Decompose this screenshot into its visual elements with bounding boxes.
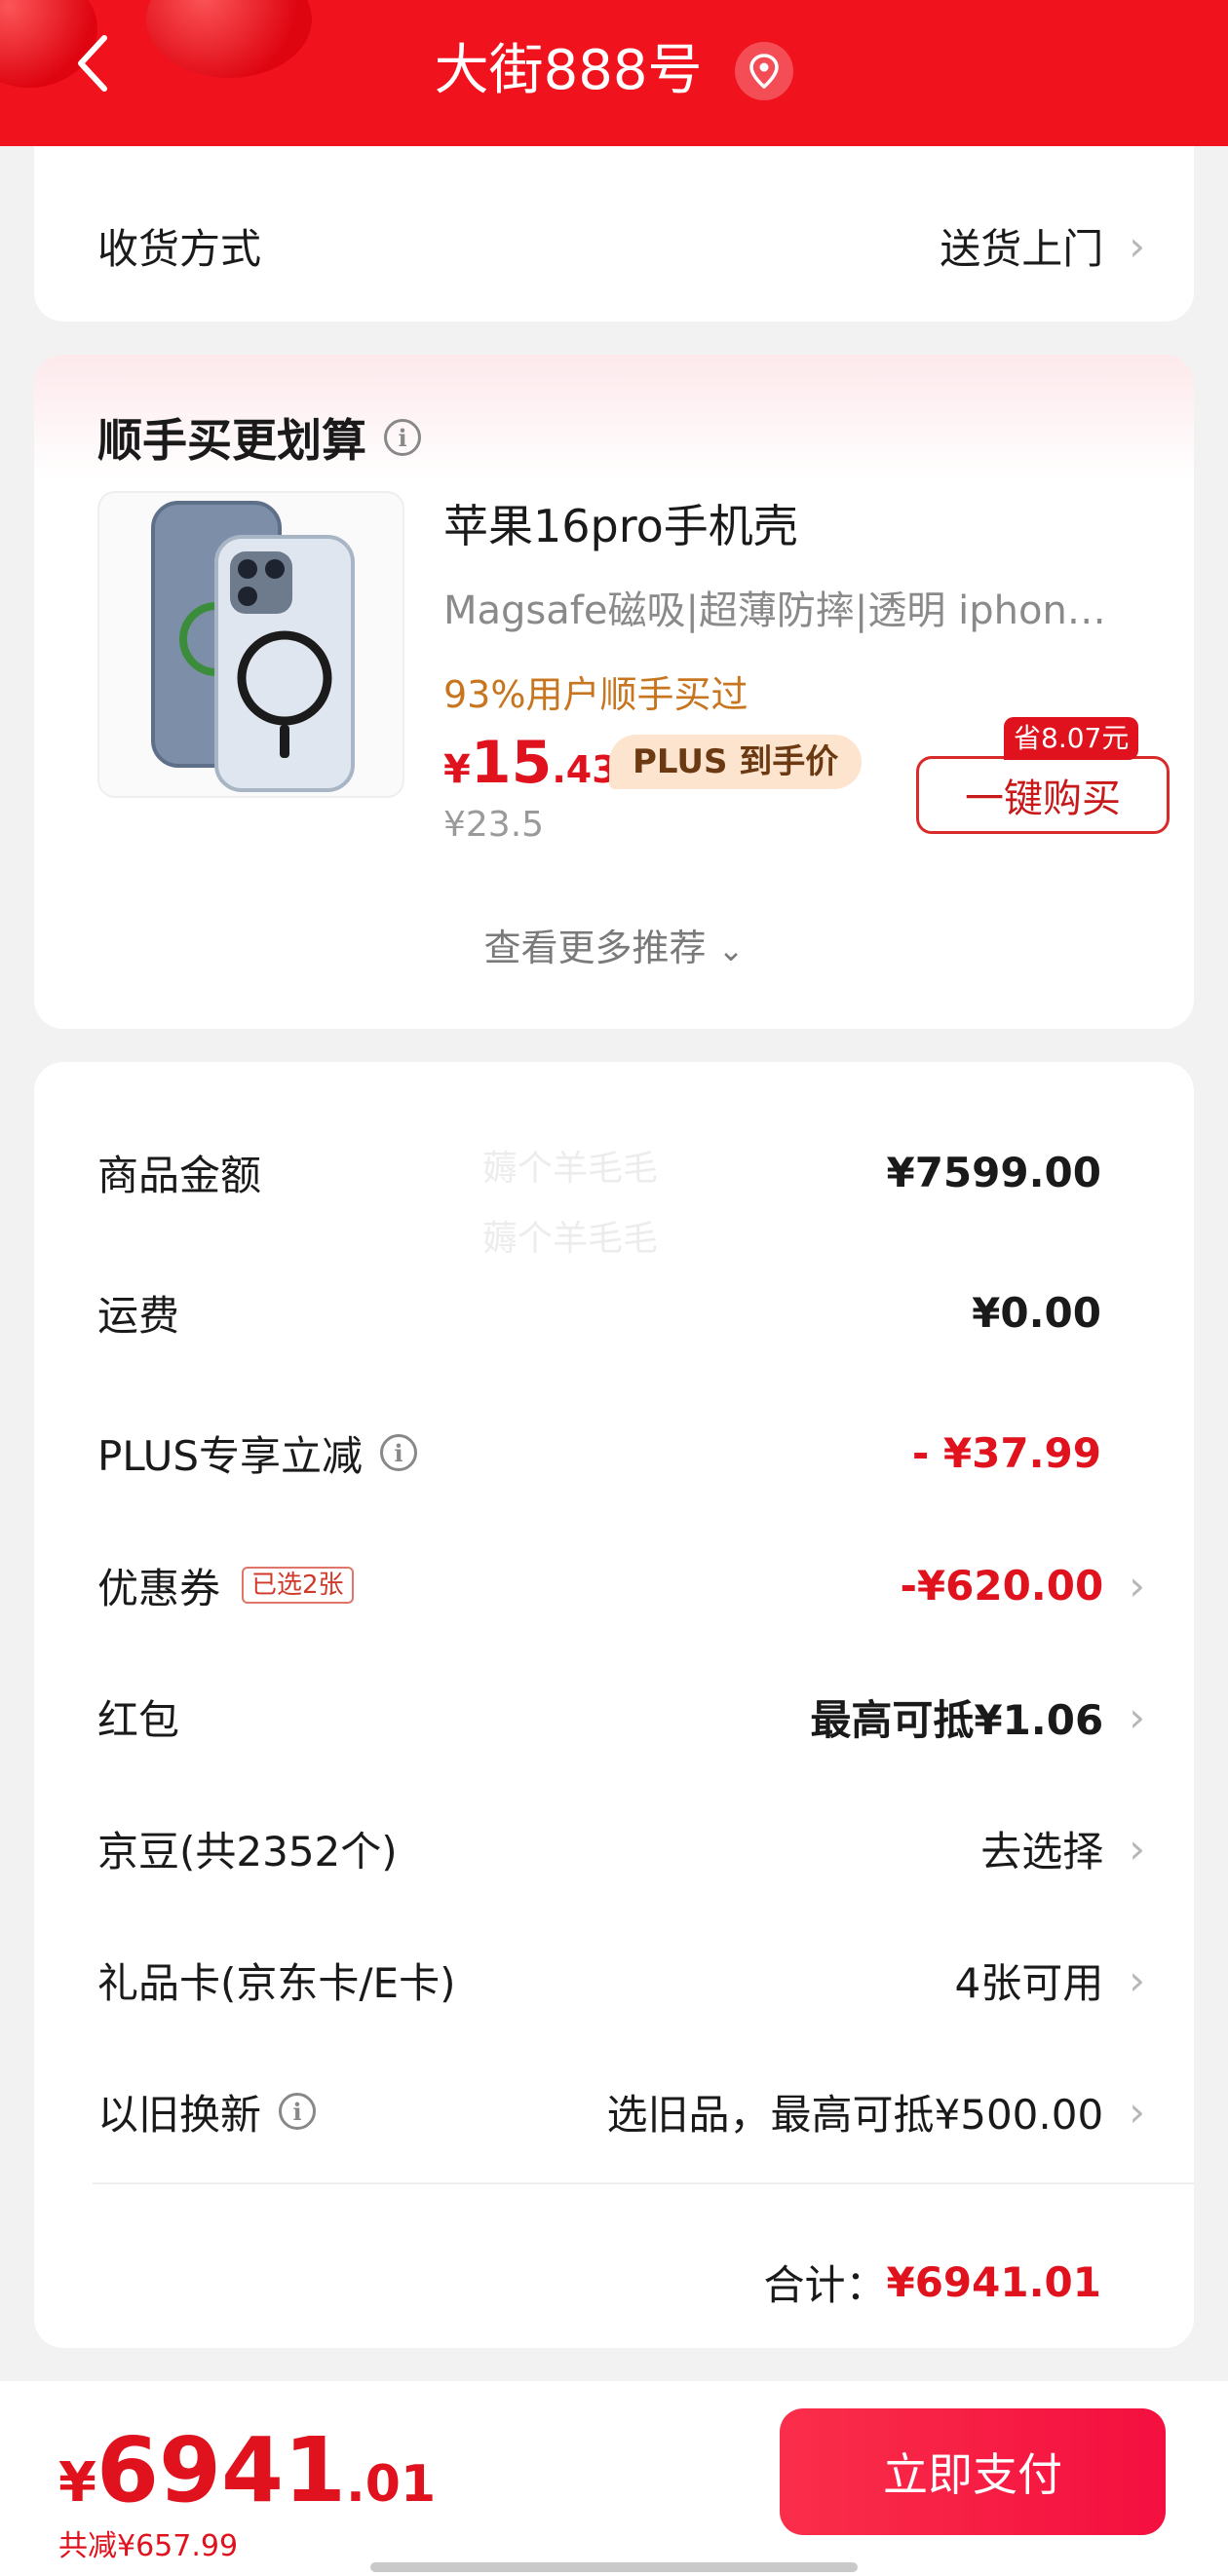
recommend-card: 顺手买更划算 i 苹果16pro手机壳 Magsafe磁吸|超薄防摔|透明 ip… bbox=[34, 355, 1194, 1029]
goods-amount-row: 商品金额 ¥7599.00 bbox=[97, 1138, 1145, 1206]
info-icon[interactable]: i bbox=[380, 1434, 418, 1471]
more-recommend-text: 查看更多推荐 bbox=[483, 927, 707, 969]
gift-card-value: 4张可用 bbox=[954, 1958, 1104, 2007]
red-packet-row[interactable]: 红包 最高可抵¥1.06 › bbox=[97, 1683, 1145, 1751]
shipping-row: 运费 ¥0.00 bbox=[97, 1278, 1145, 1346]
plus-discount-label: PLUS专享立减 bbox=[97, 1431, 364, 1480]
red-packet-label: 红包 bbox=[97, 1695, 180, 1744]
chevron-down-icon: ⌄ bbox=[717, 931, 745, 968]
final-price-decimal: .01 bbox=[346, 2455, 437, 2514]
product-price: ¥ 15 .43 bbox=[443, 729, 618, 797]
jd-beans-row[interactable]: 京豆(共2352个) 去选择 › bbox=[97, 1814, 1145, 1882]
recommend-title: 顺手买更划算 i bbox=[97, 405, 421, 470]
plus-discount-row: PLUS专享立减 i - ¥37.99 bbox=[97, 1419, 1145, 1487]
final-price-integer: 6941 bbox=[96, 2418, 347, 2522]
coupon-selected-badge: 已选2张 bbox=[242, 1567, 354, 1604]
save-badge: 省8.07元 bbox=[1004, 717, 1139, 760]
plus-discount-value: - ¥37.99 bbox=[911, 1428, 1101, 1477]
location-icon bbox=[735, 41, 794, 100]
price-integer: 15 bbox=[470, 729, 553, 797]
goods-amount-label: 商品金额 bbox=[97, 1151, 262, 1199]
red-packet-value: 最高可抵¥1.06 bbox=[810, 1695, 1104, 1744]
chevron-right-icon: › bbox=[1129, 1955, 1145, 2004]
phone-case-image-icon bbox=[151, 501, 355, 792]
plus-price-tag: PLUS 到手价 bbox=[609, 735, 863, 789]
total-label: 合计： bbox=[763, 2261, 887, 2309]
shipping-label: 运费 bbox=[97, 1291, 180, 1340]
total-value: ¥6941.01 bbox=[886, 2258, 1101, 2306]
recommend-title-text: 顺手买更划算 bbox=[97, 414, 366, 467]
total-saved: 共减¥657.99 bbox=[58, 2529, 239, 2563]
trade-in-row[interactable]: 以旧换新 i 选旧品，最高可抵¥500.00 › bbox=[97, 2077, 1145, 2145]
final-price: ¥ 6941 .01 bbox=[58, 2418, 436, 2522]
chevron-right-icon: › bbox=[1129, 1824, 1145, 1873]
delivery-row[interactable]: 收货方式 送货上门 › bbox=[97, 216, 1145, 275]
chevron-right-icon: › bbox=[1129, 1561, 1145, 1610]
order-total: 合计： ¥6941.01 bbox=[763, 2253, 1101, 2312]
product-image[interactable] bbox=[97, 491, 404, 798]
original-price: ¥23.5 bbox=[443, 805, 545, 845]
header-bar: 大街888号 bbox=[0, 0, 1228, 146]
pay-now-button[interactable]: 立即支付 bbox=[780, 2408, 1166, 2535]
chevron-right-icon: › bbox=[1129, 2087, 1145, 2136]
coupon-row[interactable]: 优惠券 已选2张 -¥620.00 › bbox=[97, 1551, 1145, 1619]
trade-in-value: 选旧品，最高可抵¥500.00 bbox=[606, 2090, 1104, 2139]
divider bbox=[93, 2182, 1194, 2184]
delivery-value: 送货上门 bbox=[940, 224, 1104, 273]
jd-beans-value: 去选择 bbox=[980, 1827, 1104, 1875]
gift-card-row[interactable]: 礼品卡(京东卡/E卡) 4张可用 › bbox=[97, 1946, 1145, 2014]
product-name[interactable]: 苹果16pro手机壳 bbox=[443, 491, 798, 555]
delivery-card: 收货方式 送货上门 › bbox=[34, 146, 1194, 322]
goods-amount-value: ¥7599.00 bbox=[886, 1148, 1101, 1196]
coupon-label: 优惠券 bbox=[97, 1564, 221, 1612]
coupon-value: -¥620.00 bbox=[900, 1561, 1104, 1610]
chevron-right-icon: › bbox=[1129, 1692, 1145, 1741]
home-indicator[interactable] bbox=[370, 2562, 858, 2572]
product-stat: 93%用户顺手买过 bbox=[443, 673, 748, 716]
gift-card-label: 礼品卡(京东卡/E卡) bbox=[97, 1958, 456, 2007]
price-decimal: .43 bbox=[552, 748, 618, 791]
info-icon[interactable]: i bbox=[384, 419, 421, 456]
shipping-value: ¥0.00 bbox=[972, 1288, 1101, 1337]
jd-beans-label: 京豆(共2352个) bbox=[97, 1827, 398, 1875]
trade-in-label: 以旧换新 bbox=[97, 2090, 262, 2139]
watermark-text: 薅个羊毛毛 bbox=[482, 1219, 659, 1259]
one-click-buy-button[interactable]: 一键购买 bbox=[916, 756, 1170, 834]
chevron-right-icon: › bbox=[1129, 221, 1145, 270]
info-icon[interactable]: i bbox=[279, 2093, 317, 2130]
address-title[interactable]: 大街888号 bbox=[0, 29, 1228, 110]
order-summary-card: 薅个羊毛毛 薅个羊毛毛 商品金额 ¥7599.00 运费 ¥0.00 PLUS专… bbox=[34, 1062, 1194, 2348]
more-recommend-link[interactable]: 查看更多推荐 ⌄ bbox=[34, 918, 1194, 971]
checkout-bar: ¥ 6941 .01 共减¥657.99 立即支付 bbox=[0, 2381, 1228, 2576]
product-desc: Magsafe磁吸|超薄防摔|透明 iphon… bbox=[443, 588, 1106, 633]
delivery-label: 收货方式 bbox=[97, 224, 262, 273]
price-symbol: ¥ bbox=[443, 747, 471, 792]
address-text: 大街888号 bbox=[434, 38, 703, 102]
final-price-symbol: ¥ bbox=[58, 2451, 96, 2515]
